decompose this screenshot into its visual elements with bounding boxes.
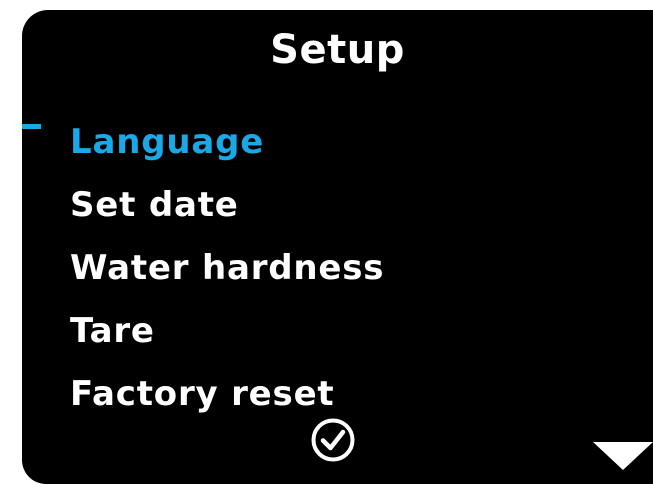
menu-item-water-hardness[interactable]: Water hardness: [22, 236, 653, 299]
menu-item-label: Tare: [70, 310, 155, 351]
menu-item-label: Water hardness: [70, 247, 385, 288]
menu-item-label: Language: [70, 121, 265, 162]
check-circle-icon[interactable]: [311, 418, 355, 462]
menu-item-factory-reset[interactable]: Factory reset: [22, 362, 653, 425]
menu-item-language[interactable]: Language: [22, 110, 653, 173]
menu-item-label: Factory reset: [70, 373, 335, 414]
setup-menu: Language Set date Water hardness Tare Fa…: [22, 110, 653, 425]
selection-indicator: [22, 124, 41, 129]
device-screen: Setup Language Set date Water hardness T…: [22, 10, 653, 484]
menu-item-tare[interactable]: Tare: [22, 299, 653, 362]
triangle-down-icon[interactable]: [593, 442, 653, 474]
page-title: Setup: [270, 27, 405, 73]
menu-item-label: Set date: [70, 184, 239, 225]
menu-item-set-date[interactable]: Set date: [22, 173, 653, 236]
